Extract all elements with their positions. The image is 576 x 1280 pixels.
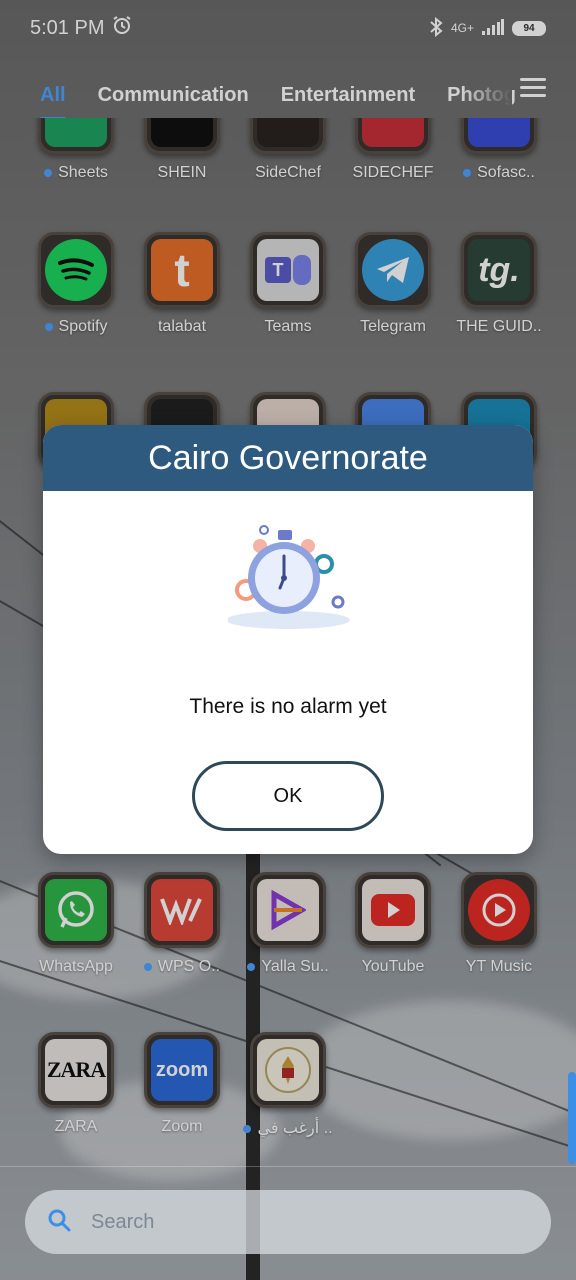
search-bar[interactable]: Search bbox=[25, 1190, 551, 1254]
stopwatch-icon bbox=[226, 520, 358, 632]
alarm-dialog: Cairo Governorate There is no alarm yet … bbox=[43, 425, 533, 854]
search-input[interactable]: Search bbox=[91, 1211, 154, 1234]
divider bbox=[0, 1166, 576, 1167]
ok-button[interactable]: OK bbox=[192, 761, 384, 831]
dialog-title: Cairo Governorate bbox=[148, 438, 428, 477]
dialog-message: There is no alarm yet bbox=[189, 695, 387, 718]
search-icon bbox=[47, 1208, 71, 1237]
dialog-header: Cairo Governorate bbox=[43, 425, 533, 491]
alphabet-scrollbar[interactable] bbox=[568, 1072, 576, 1164]
